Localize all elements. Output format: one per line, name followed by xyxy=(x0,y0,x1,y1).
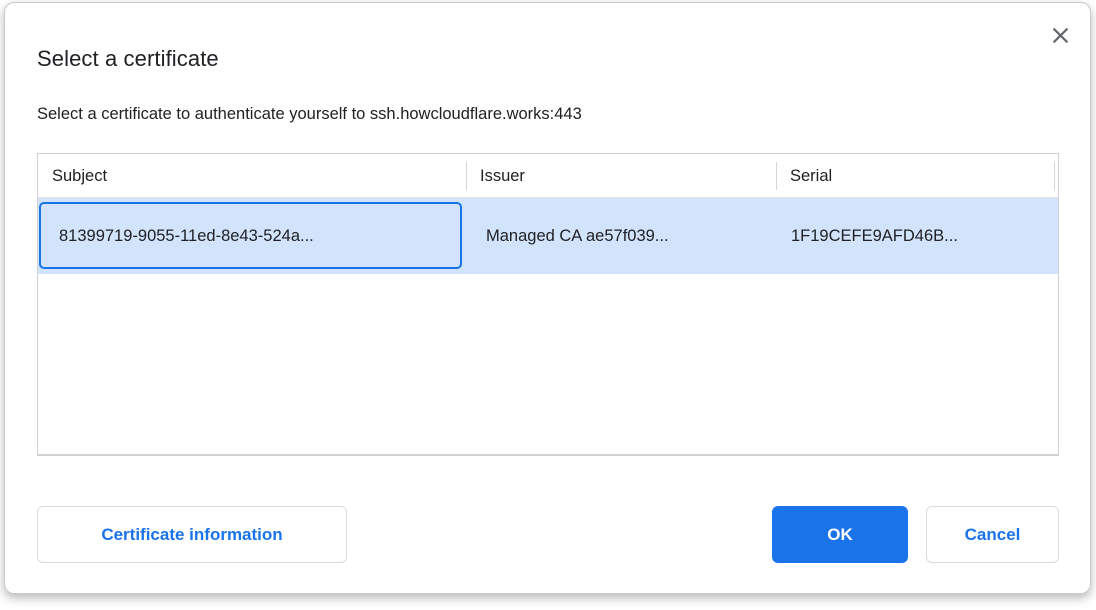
column-divider xyxy=(1054,162,1055,190)
column-header-issuer[interactable]: Issuer xyxy=(466,154,776,198)
ok-button[interactable]: OK xyxy=(772,506,908,563)
table-header-row: Subject Issuer Serial xyxy=(38,154,1058,198)
column-header-serial[interactable]: Serial xyxy=(776,154,1054,198)
column-divider xyxy=(466,162,467,190)
close-icon-glyph xyxy=(1052,27,1069,44)
certificate-information-button[interactable]: Certificate information xyxy=(37,506,347,563)
column-divider xyxy=(776,162,777,190)
certificate-table: Subject Issuer Serial 81399719-9055-11ed… xyxy=(37,153,1059,456)
cell-serial[interactable]: 1F19CEFE9AFD46B... xyxy=(776,198,1054,274)
table-row-certificate-selected[interactable]: 81399719-9055-11ed-8e43-524a... Managed … xyxy=(38,198,1058,274)
cancel-button[interactable]: Cancel xyxy=(926,506,1059,563)
cell-issuer[interactable]: Managed CA ae57f039... xyxy=(466,198,776,274)
cell-subject[interactable]: 81399719-9055-11ed-8e43-524a... xyxy=(38,198,466,274)
dialog-title: Select a certificate xyxy=(37,46,219,72)
certificate-select-dialog: Select a certificate Select a certificat… xyxy=(4,2,1091,594)
column-header-subject[interactable]: Subject xyxy=(38,154,466,198)
dialog-subtitle: Select a certificate to authenticate you… xyxy=(37,105,582,124)
close-icon[interactable] xyxy=(1047,22,1073,48)
